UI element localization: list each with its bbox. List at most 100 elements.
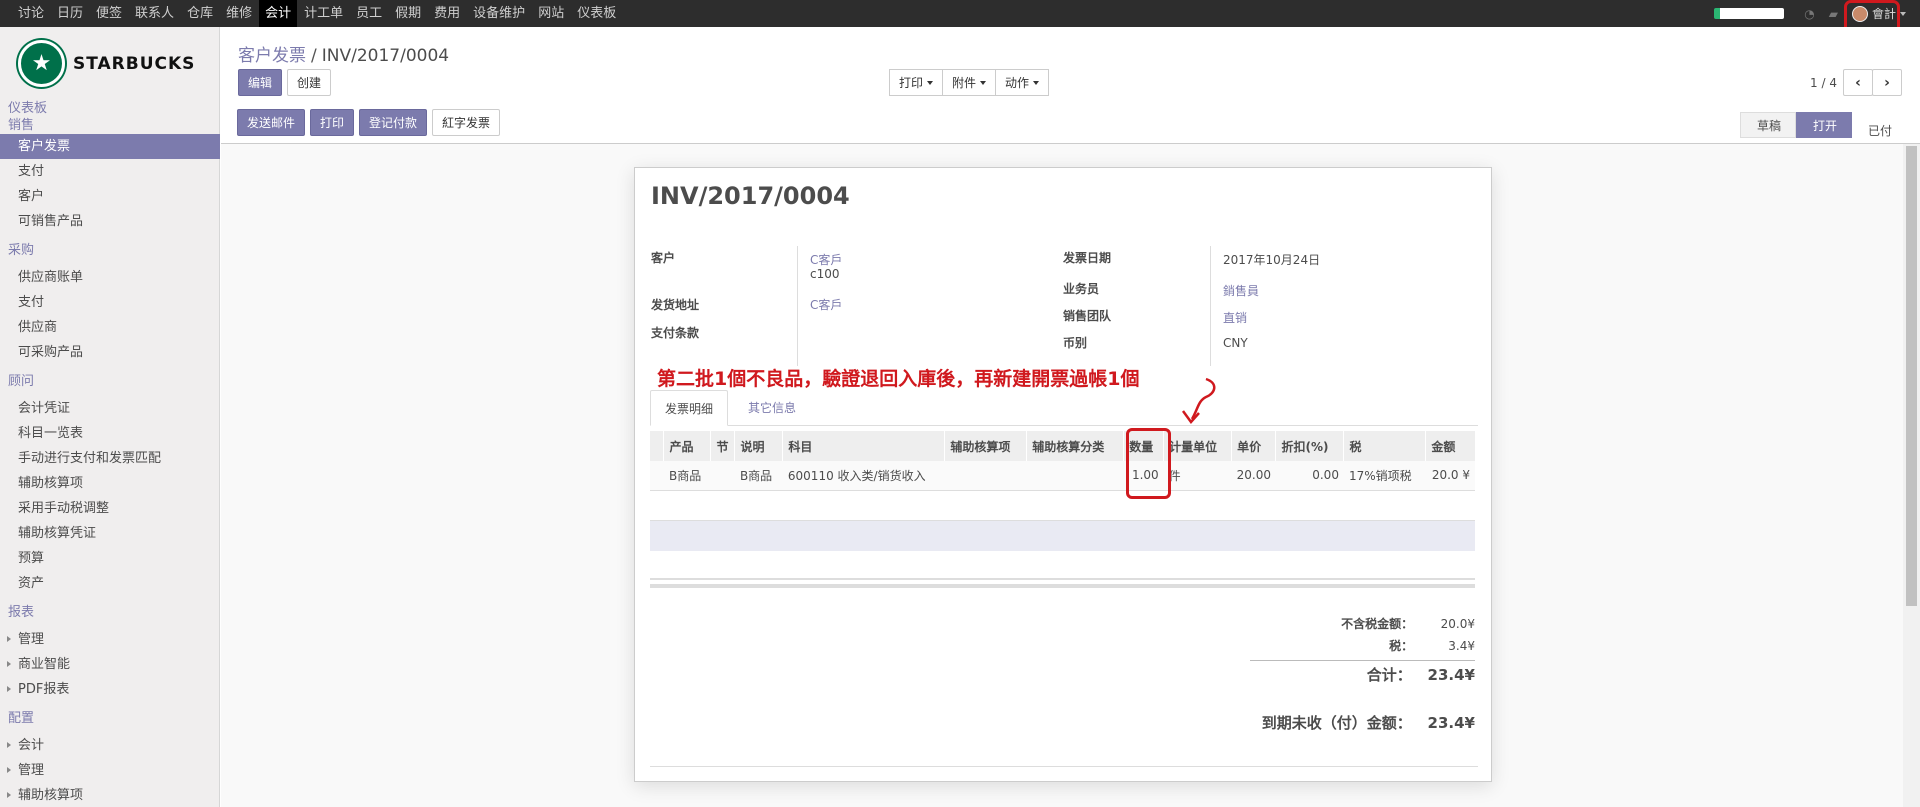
print-button[interactable]: 打印 — [310, 109, 355, 136]
breadcrumb-current: INV/2017/0004 — [321, 46, 450, 66]
cell-analytic-tags — [1026, 461, 1124, 491]
sales-team-link[interactable]: 直销 — [1223, 309, 1247, 326]
tab-other-info[interactable]: 其它信息 — [734, 390, 810, 426]
sidebar-item-vendors[interactable]: 供应商 — [0, 315, 220, 340]
add-line-row[interactable] — [650, 520, 1475, 551]
sidebar-item-config-accounting[interactable]: 会计 — [0, 733, 220, 758]
create-button[interactable]: 创建 — [287, 69, 332, 96]
sidebar-section-configuration: 配置 — [8, 711, 35, 726]
col-account[interactable]: 科目 — [782, 431, 945, 461]
scrollbar[interactable] — [1903, 144, 1920, 807]
sidebar-item-manual-tax-adjust[interactable]: 采用手动税调整 — [0, 496, 220, 521]
attachment-dropdown[interactable]: 附件 — [942, 69, 997, 96]
col-tax[interactable]: 税 — [1343, 431, 1426, 461]
cell-amount: 20.0 ¥ — [1425, 461, 1475, 491]
form-buttons: 编辑 创建 — [238, 69, 332, 96]
col-analytic-account[interactable]: 辅助核算项 — [944, 431, 1027, 461]
menu-leaves[interactable]: 假期 — [395, 0, 421, 27]
chat-icon[interactable]: ▰ — [1829, 7, 1838, 21]
sidebar-item-purchase-payments[interactable]: 支付 — [0, 290, 220, 315]
sidebar-item-sellable-products[interactable]: 可销售产品 — [0, 209, 220, 234]
credit-note-button[interactable]: 紅字发票 — [432, 109, 501, 136]
sidebar-item-manual-reconciliation[interactable]: 手动进行支付和发票匹配 — [0, 446, 220, 471]
menu-dashboard[interactable]: 仪表板 — [577, 0, 616, 27]
cell-account: 600110 收入类/销货收入 — [782, 461, 945, 491]
register-payment-button[interactable]: 登记付款 — [359, 109, 428, 136]
sidebar-item-journal-entries[interactable]: 会计凭证 — [0, 396, 220, 421]
col-unit-price[interactable]: 单价 — [1231, 431, 1276, 461]
col-description[interactable]: 说明 — [734, 431, 783, 461]
sidebar-section-dashboard[interactable]: 仪表板 — [0, 100, 220, 117]
sidebar-item-vendor-bills[interactable]: 供应商账单 — [0, 265, 220, 290]
col-uom[interactable]: 计量单位 — [1163, 431, 1232, 461]
clock-icon[interactable]: ◔ — [1804, 7, 1814, 21]
sidebar-item-customer-invoices[interactable]: 客户发票 — [0, 134, 220, 159]
send-email-button[interactable]: 发送邮件 — [237, 109, 306, 136]
status-paid[interactable]: 已付 — [1851, 112, 1906, 138]
menu-website[interactable]: 网站 — [538, 0, 564, 27]
breadcrumb-parent[interactable]: 客户发票 — [238, 46, 306, 66]
sidebar-item-config-analytic[interactable]: 辅助核算项 — [0, 783, 220, 807]
form-header: 发送邮件 打印 登记付款 紅字发票 草稿 打开 已付 — [221, 108, 1920, 144]
sidebar-item-budgets[interactable]: 预算 — [0, 546, 220, 571]
menu-timesheet[interactable]: 计工单 — [304, 0, 343, 27]
menu-expenses[interactable]: 费用 — [434, 0, 460, 27]
col-discount[interactable]: 折扣(%) — [1275, 431, 1344, 461]
col-section[interactable]: 节 — [710, 431, 735, 461]
totals-divider — [1250, 660, 1475, 661]
col-analytic-tags[interactable]: 辅助核算分类 — [1026, 431, 1124, 461]
invoice-number: INV/2017/0004 — [651, 182, 850, 210]
col-product[interactable]: 产品 — [663, 431, 711, 461]
sidebar-item-assets[interactable]: 资产 — [0, 571, 220, 596]
onboarding-progress-bar[interactable] — [1714, 8, 1785, 19]
sidebar-item-purchasable-products[interactable]: 可采购产品 — [0, 340, 220, 365]
sidebar-item-sales-payments[interactable]: 支付 — [0, 159, 220, 184]
pager-next-button[interactable]: › — [1872, 69, 1902, 96]
sidebar-item-analytic-accounts[interactable]: 辅助核算项 — [0, 471, 220, 496]
cell-unit-price: 20.00 — [1231, 461, 1276, 491]
menu-notes[interactable]: 便签 — [96, 0, 122, 27]
table-row[interactable]: B商品 B商品 600110 收入类/销货收入 1.00 件 20.00 0.0… — [650, 461, 1475, 491]
sidebar-item-customers[interactable]: 客户 — [0, 184, 220, 209]
menu-contacts[interactable]: 联系人 — [135, 0, 174, 27]
customer-link[interactable]: C客戶 — [810, 251, 842, 268]
menu-accounting[interactable]: 会计 — [259, 0, 298, 27]
menu-inventory[interactable]: 仓库 — [187, 0, 213, 27]
menu-maintenance[interactable]: 设备维护 — [473, 0, 525, 27]
delivery-address-link[interactable]: C客戶 — [810, 296, 842, 313]
sidebar-item-business-intelligence[interactable]: 商业智能 — [0, 652, 220, 677]
cell-tax: 17%销项税 — [1343, 461, 1426, 491]
tax-amount-value: 3.4¥ — [1448, 639, 1475, 653]
tab-invoice-lines[interactable]: 发票明细 — [650, 390, 729, 426]
chevron-down-icon — [980, 80, 987, 85]
print-dropdown-label: 打印 — [899, 76, 924, 90]
top-menu: 讨论 日历 便签 联系人 仓库 维修 会计 计工单 员工 假期 费用 设备维护 … — [0, 0, 629, 27]
status-draft[interactable]: 草稿 — [1739, 112, 1796, 138]
row-handle — [650, 461, 664, 491]
action-dropdown[interactable]: 动作 — [995, 69, 1050, 96]
starbucks-logo-icon: ★ — [18, 40, 65, 87]
menu-employees[interactable]: 员工 — [356, 0, 382, 27]
salesperson-link[interactable]: 銷售員 — [1223, 282, 1259, 299]
pager-value[interactable]: 1 / 4 — [1810, 76, 1837, 90]
sidebar-item-reports-management[interactable]: 管理 — [0, 627, 220, 652]
col-amount[interactable]: 金额 — [1425, 431, 1475, 461]
chevron-down-icon — [1900, 11, 1906, 16]
cell-discount: 0.00 — [1275, 461, 1344, 491]
company-logo[interactable]: ★ STARBUCKS — [18, 40, 195, 87]
print-dropdown[interactable]: 打印 — [889, 69, 944, 96]
salesperson-label: 业务员 — [1063, 282, 1100, 296]
edit-button[interactable]: 编辑 — [238, 69, 283, 96]
sidebar-item-chart-of-accounts[interactable]: 科目一览表 — [0, 421, 220, 446]
sidebar-item-pdf-reports[interactable]: PDF报表 — [0, 677, 220, 702]
notebook-tabs: 发票明细 其它信息 — [650, 390, 1478, 426]
menu-repair[interactable]: 维修 — [226, 0, 252, 27]
menu-calendar[interactable]: 日历 — [57, 0, 83, 27]
scrollbar-thumb[interactable] — [1906, 146, 1917, 606]
status-open[interactable]: 打开 — [1795, 112, 1852, 138]
sidebar-item-analytic-entries[interactable]: 辅助核算凭证 — [0, 521, 220, 546]
pager-previous-button[interactable]: ‹ — [1843, 69, 1873, 96]
menu-discuss[interactable]: 讨论 — [18, 0, 44, 27]
handle-column — [650, 431, 664, 461]
sidebar-item-config-management[interactable]: 管理 — [0, 758, 220, 783]
